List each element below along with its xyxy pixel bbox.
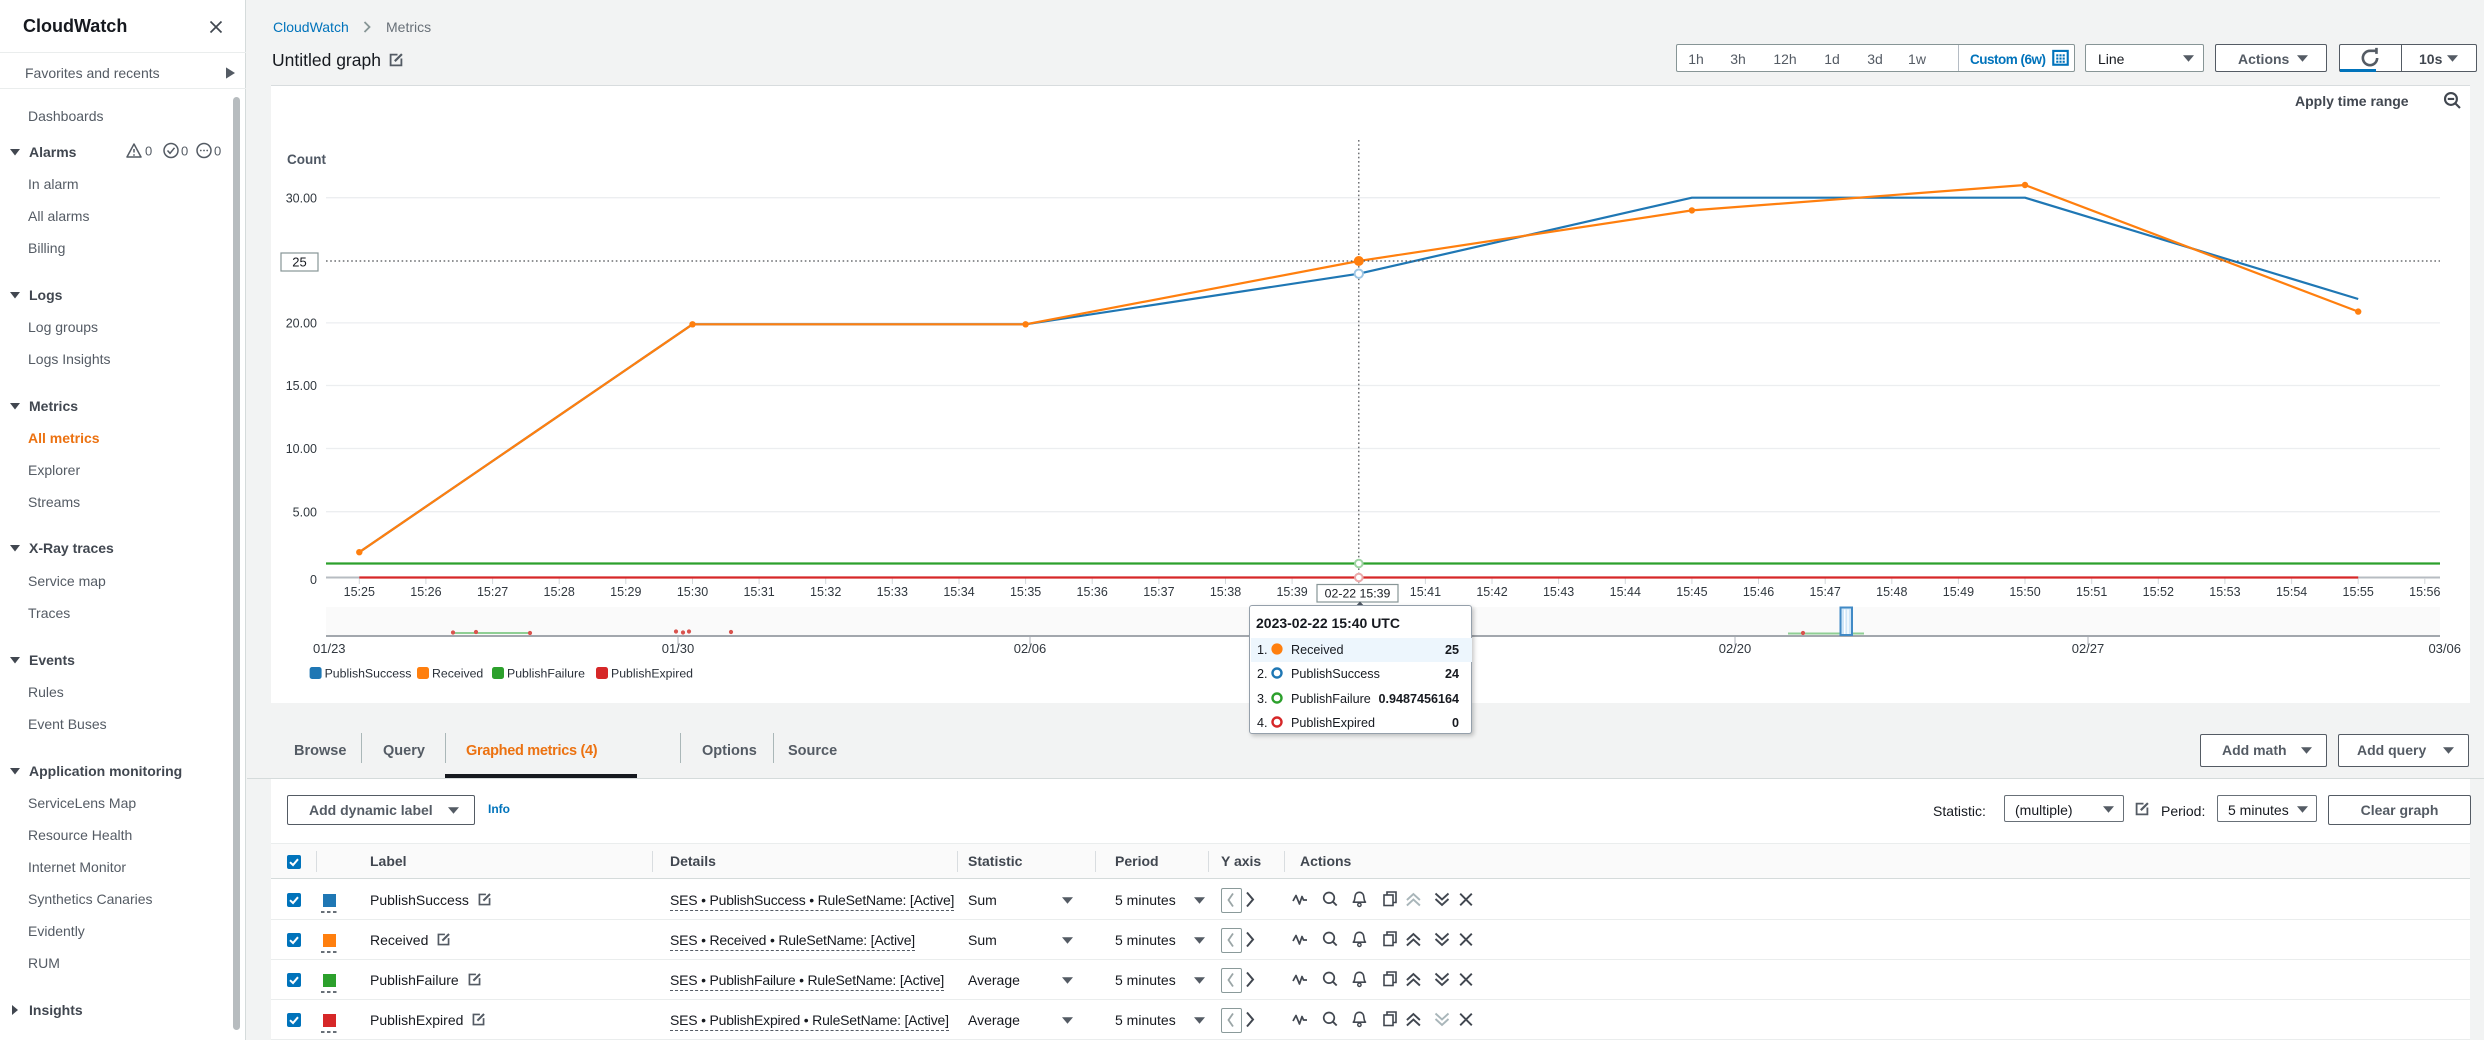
svg-text:15:25: 15:25 bbox=[344, 585, 375, 599]
svg-text:0: 0 bbox=[214, 144, 221, 159]
svg-text:15:30: 15:30 bbox=[677, 585, 708, 599]
svg-text:15:32: 15:32 bbox=[810, 585, 841, 599]
svg-text:15:56: 15:56 bbox=[2409, 585, 2440, 599]
svg-text:15:50: 15:50 bbox=[2009, 585, 2040, 599]
svg-text:15:46: 15:46 bbox=[1743, 585, 1774, 599]
svg-text:10.00: 10.00 bbox=[286, 442, 317, 456]
svg-text:15:37: 15:37 bbox=[1143, 585, 1174, 599]
svg-text:PublishFailure: PublishFailure bbox=[507, 667, 585, 681]
svg-text:15:47: 15:47 bbox=[1810, 585, 1841, 599]
svg-text:15:36: 15:36 bbox=[1077, 585, 1108, 599]
svg-text:15:55: 15:55 bbox=[2343, 585, 2374, 599]
svg-text:20.00: 20.00 bbox=[286, 317, 317, 331]
svg-text:01/23: 01/23 bbox=[313, 641, 346, 656]
svg-text:15:45: 15:45 bbox=[1676, 585, 1707, 599]
svg-text:15:28: 15:28 bbox=[544, 585, 575, 599]
svg-text:5.00: 5.00 bbox=[293, 505, 317, 519]
svg-text:15:53: 15:53 bbox=[2209, 585, 2240, 599]
svg-text:02/20: 02/20 bbox=[1719, 641, 1752, 656]
svg-text:15:52: 15:52 bbox=[2143, 585, 2174, 599]
svg-text:Count: Count bbox=[287, 152, 326, 167]
svg-text:15:39: 15:39 bbox=[1276, 585, 1307, 599]
svg-text:15:31: 15:31 bbox=[743, 585, 774, 599]
svg-text:PublishExpired: PublishExpired bbox=[611, 667, 693, 681]
svg-text:15:42: 15:42 bbox=[1476, 585, 1507, 599]
svg-text:02/06: 02/06 bbox=[1014, 641, 1047, 656]
svg-text:15.00: 15.00 bbox=[286, 379, 317, 393]
svg-text:03/06: 03/06 bbox=[2428, 641, 2461, 656]
svg-text:0: 0 bbox=[310, 573, 317, 587]
svg-text:15:38: 15:38 bbox=[1210, 585, 1241, 599]
svg-text:15:44: 15:44 bbox=[1610, 585, 1641, 599]
svg-text:15:34: 15:34 bbox=[943, 585, 974, 599]
svg-text:0: 0 bbox=[181, 144, 188, 159]
svg-text:15:27: 15:27 bbox=[477, 585, 508, 599]
svg-text:02-22 15:39: 02-22 15:39 bbox=[1325, 587, 1391, 601]
svg-text:PublishSuccess: PublishSuccess bbox=[325, 667, 412, 681]
svg-text:15:48: 15:48 bbox=[1876, 585, 1907, 599]
svg-text:Received: Received bbox=[432, 667, 483, 681]
svg-text:15:49: 15:49 bbox=[1943, 585, 1974, 599]
svg-text:30.00: 30.00 bbox=[286, 191, 317, 205]
svg-text:15:43: 15:43 bbox=[1543, 585, 1574, 599]
svg-text:02/27: 02/27 bbox=[2072, 641, 2105, 656]
svg-text:15:26: 15:26 bbox=[410, 585, 441, 599]
svg-text:15:54: 15:54 bbox=[2276, 585, 2307, 599]
svg-text:25: 25 bbox=[292, 255, 306, 270]
svg-text:15:51: 15:51 bbox=[2076, 585, 2107, 599]
svg-text:15:41: 15:41 bbox=[1410, 585, 1441, 599]
svg-text:15:35: 15:35 bbox=[1010, 585, 1041, 599]
svg-text:01/30: 01/30 bbox=[662, 641, 695, 656]
svg-text:15:33: 15:33 bbox=[877, 585, 908, 599]
svg-text:0: 0 bbox=[145, 144, 152, 159]
svg-text:15:29: 15:29 bbox=[610, 585, 641, 599]
